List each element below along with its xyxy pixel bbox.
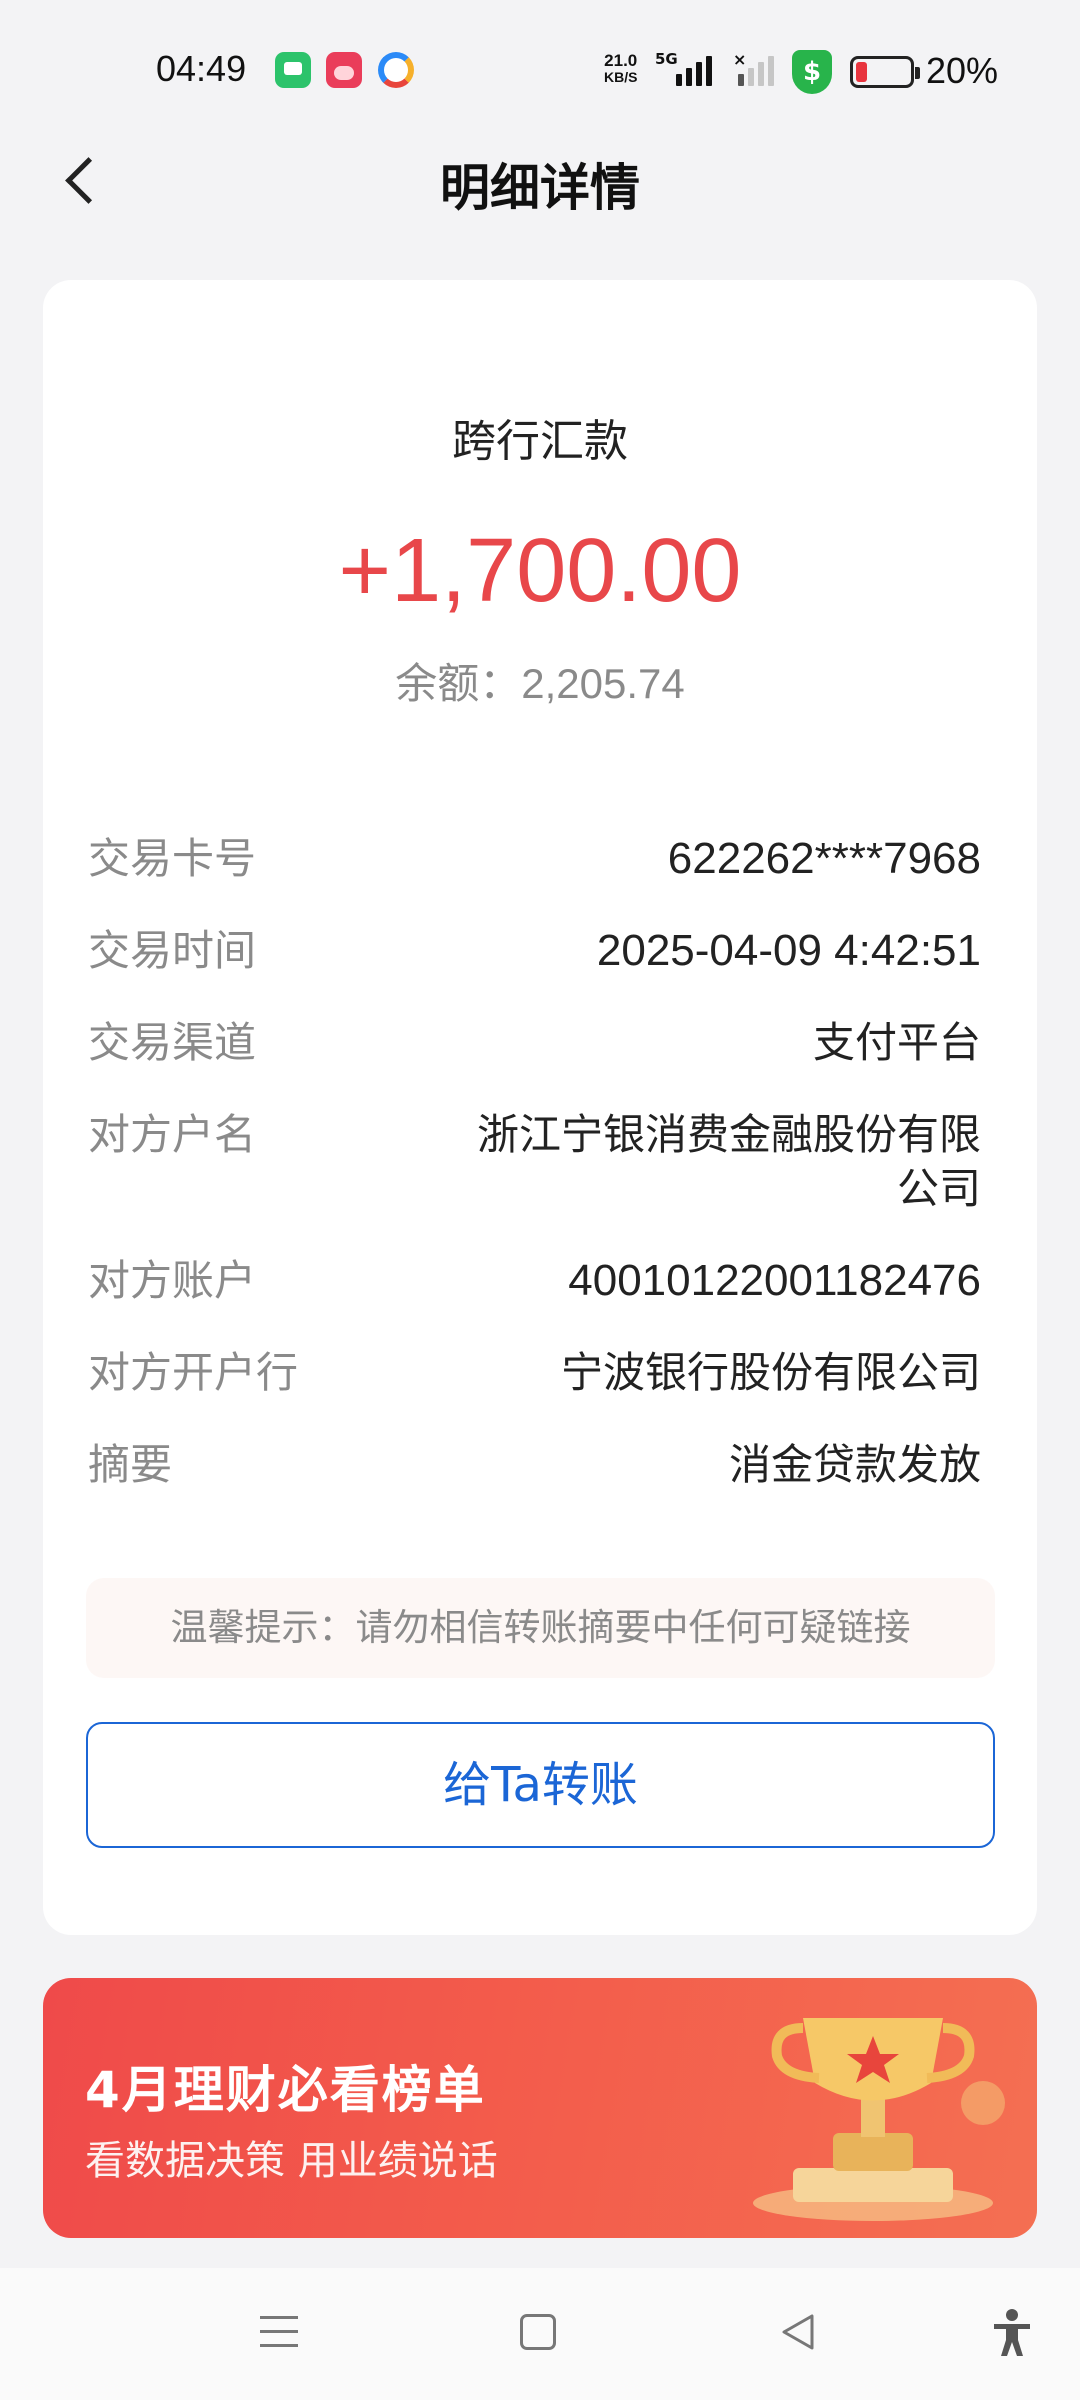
home-icon[interactable] <box>520 2314 556 2350</box>
detail-value: 消金贷款发放 <box>728 1440 981 1489</box>
back-triangle-icon[interactable] <box>778 2312 818 2352</box>
browser-app-icon <box>378 52 414 88</box>
status-time: 04:49 <box>156 48 247 89</box>
system-nav-bar <box>0 2268 1080 2400</box>
detail-value: 宁波银行股份有限公司 <box>560 1348 981 1397</box>
battery-icon <box>850 56 920 88</box>
balance-value: 2,205.74 <box>521 660 685 707</box>
detail-label: 对方户名 <box>88 1110 257 1159</box>
detail-value: 40010122001182476 <box>568 1256 981 1305</box>
detail-row-channel: 交易渠道 支付平台 <box>88 1016 981 1070</box>
banner-subtitle: 看数据决策 用业绩说话 <box>85 2138 498 2184</box>
detail-label: 交易渠道 <box>88 1018 257 1067</box>
detail-row-memo: 摘要 消金贷款发放 <box>88 1438 981 1492</box>
page-title: 明细详情 <box>440 159 640 217</box>
transfer-to-payee-button[interactable]: 给Ta转账 <box>86 1722 995 1848</box>
signal-2-icon <box>738 54 774 86</box>
detail-label: 对方账户 <box>88 1256 257 1305</box>
network-type: 5G <box>655 50 678 68</box>
detail-row-payee-bank: 对方开户行 宁波银行股份有限公司 <box>88 1346 981 1400</box>
security-shield-icon: $ <box>792 50 832 94</box>
detail-row-time: 交易时间 2025-04-09 4:42:51 <box>88 924 981 978</box>
balance-label: 余额： <box>395 659 522 708</box>
network-speed: 21.0 KB/S <box>604 52 637 86</box>
status-bar: 04:49 21.0 KB/S 5G × $ 20% <box>0 0 1080 140</box>
detail-label: 交易卡号 <box>88 834 257 883</box>
warning-tip: 温馨提示：请勿相信转账摘要中任何可疑链接 <box>86 1578 995 1678</box>
transaction-type: 跨行汇款 <box>452 416 628 467</box>
menu-icon[interactable] <box>260 2312 300 2352</box>
header: 明细详情 <box>0 130 1080 230</box>
detail-label: 交易时间 <box>88 926 257 975</box>
detail-label: 对方开户行 <box>88 1348 299 1397</box>
banner-title: 4月理财必看榜单 <box>85 2061 486 2119</box>
messages-app-icon <box>275 52 311 88</box>
trophy-icon <box>753 2018 1005 2221</box>
transaction-amount: +1,700.00 <box>338 521 742 621</box>
detail-value: 浙江宁银消费金融股份有限公司 <box>476 1110 981 1213</box>
promo-banner[interactable]: 4月理财必看榜单 看数据决策 用业绩说话 <box>43 1978 1037 2238</box>
detail-row-payee-name: 对方户名 浙江宁银消费金融股份有限公司 <box>88 1108 981 1216</box>
detail-row-card-number: 交易卡号 622262****7968 <box>88 832 981 886</box>
network-speed-unit: KB/S <box>604 69 638 85</box>
detail-label: 摘要 <box>88 1440 173 1489</box>
network-speed-value: 21.0 <box>604 51 638 70</box>
battery-percent: 20% <box>926 50 999 91</box>
detail-value: 622262****7968 <box>667 834 981 883</box>
detail-value: 支付平台 <box>812 1018 981 1067</box>
shopping-app-icon <box>326 52 362 88</box>
transaction-card: 跨行汇款 +1,700.00 余额：2,205.74 交易卡号 622262**… <box>43 280 1037 1935</box>
balance: 余额：2,205.74 <box>43 650 1037 711</box>
detail-value: 2025-04-09 4:42:51 <box>596 926 981 975</box>
detail-row-payee-account: 对方账户 40010122001182476 <box>88 1254 981 1308</box>
signal-icon <box>676 54 712 86</box>
accessibility-icon[interactable] <box>990 2308 1034 2358</box>
detail-list: 交易卡号 622262****7968 交易时间 2025-04-09 4:42… <box>88 832 981 1530</box>
